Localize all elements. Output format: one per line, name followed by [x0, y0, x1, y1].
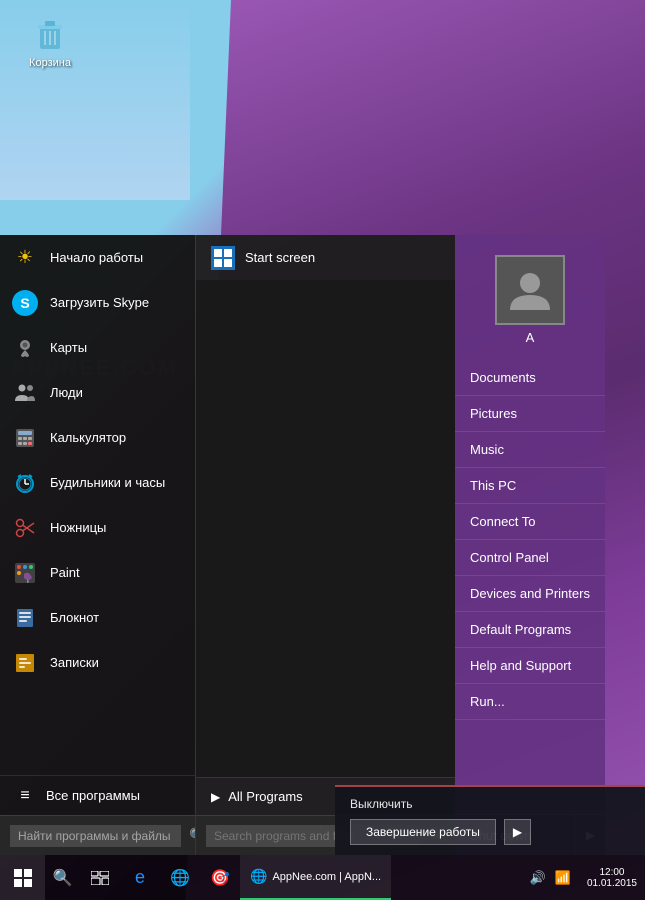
all-programs-item[interactable]: ≡ Все программы	[0, 775, 195, 815]
task-view-icon	[91, 871, 109, 885]
app-startup[interactable]: ☀ Начало работы	[0, 235, 195, 280]
notepad-label: Блокнот	[50, 610, 99, 625]
start-apps-list: ☀ Начало работы S Загрузить Skype Карты	[0, 235, 195, 775]
scissors-label: Ножницы	[50, 520, 106, 535]
taskbar-task-view[interactable]	[80, 855, 120, 900]
start-search-input[interactable]	[10, 825, 181, 847]
maps-label: Карты	[50, 340, 87, 355]
start-screen-item[interactable]: Start screen	[196, 235, 455, 280]
link-music[interactable]: Music	[455, 432, 605, 468]
taskbar-apps-area: 🌐 AppNee.com | AppN...	[240, 855, 527, 900]
calculator-icon	[12, 425, 38, 451]
taskbar-browser2-button[interactable]: 🌐	[160, 855, 200, 900]
start-screen-label: Start screen	[245, 250, 315, 265]
stickynotes-icon	[12, 650, 38, 676]
recycle-bin-label: Корзина	[29, 57, 71, 69]
appnee-label: AppNee.com | AppN...	[272, 871, 381, 883]
calculator-label: Калькулятор	[50, 430, 126, 445]
start-menu-left: ☀ Начало работы S Загрузить Skype Карты	[0, 235, 195, 855]
app-stickynotes[interactable]: Записки	[0, 640, 195, 685]
skype-icon: S	[12, 290, 38, 316]
alarms-icon	[12, 470, 38, 496]
taskbar-tray: 🔊 📶	[527, 870, 579, 886]
tray-volume-icon[interactable]: 🔊	[527, 870, 549, 886]
app-skype[interactable]: S Загрузить Skype	[0, 280, 195, 325]
app-calculator[interactable]: Калькулятор	[0, 415, 195, 460]
windows-logo-icon	[13, 868, 33, 888]
alarms-label: Будильники и часы	[50, 475, 165, 490]
taskbar-icon-3[interactable]: 🎯	[200, 855, 240, 900]
maps-icon	[12, 335, 38, 361]
user-avatar[interactable]	[495, 255, 565, 325]
clock-date: 01.01.2015	[587, 878, 637, 889]
startup-label: Начало работы	[50, 250, 143, 265]
link-controlpanel[interactable]: Control Panel	[455, 540, 605, 576]
taskbar-ie-button[interactable]: e	[120, 855, 160, 900]
taskbar-appnee-item[interactable]: 🌐 AppNee.com | AppN...	[240, 855, 391, 900]
notification-text: Выключить	[350, 797, 630, 811]
taskbar-start-button[interactable]	[0, 855, 45, 900]
people-icon	[12, 380, 38, 406]
link-pictures[interactable]: Pictures	[455, 396, 605, 432]
startup-icon: ☀	[12, 245, 38, 271]
paint-icon	[12, 560, 38, 586]
app-scissors[interactable]: Ножницы	[0, 505, 195, 550]
people-label: Люди	[50, 385, 83, 400]
link-helpandsupport[interactable]: Help and Support	[455, 648, 605, 684]
app-paint[interactable]: Paint	[0, 550, 195, 595]
taskbar: 🔍 e 🌐 🎯 🌐 AppNee.com | AppN... 🔊 📶 12:00…	[0, 855, 645, 900]
app-people[interactable]: Люди	[0, 370, 195, 415]
start-menu: ☀ Начало работы S Загрузить Skype Карты	[0, 235, 605, 855]
app-maps[interactable]: Карты	[0, 325, 195, 370]
user-avatar-image	[505, 265, 555, 315]
taskbar-search-button[interactable]: 🔍	[45, 855, 80, 900]
start-search-bar: 🔍	[0, 815, 195, 855]
user-name: A	[455, 330, 605, 345]
notification-action-button[interactable]: Завершение работы	[350, 819, 496, 845]
app-alarms[interactable]: Будильники и часы	[0, 460, 195, 505]
tray-network-icon[interactable]: 📶	[552, 870, 574, 886]
all-programs-label: Все программы	[46, 788, 140, 803]
notepad-icon	[12, 605, 38, 631]
notification-actions: Завершение работы ▶	[350, 819, 630, 845]
taskbar-clock[interactable]: 12:00 01.01.2015	[579, 867, 645, 889]
stickynotes-label: Записки	[50, 655, 99, 670]
start-screen-icon	[211, 246, 235, 270]
link-run[interactable]: Run...	[455, 684, 605, 720]
start-menu-middle: Start screen ▶ All Programs 🔍	[195, 235, 455, 855]
start-menu-right: A Documents Pictures Music This PC Conne…	[455, 235, 605, 855]
link-thispc[interactable]: This PC	[455, 468, 605, 504]
all-programs-arrow-icon: ▶	[211, 790, 220, 804]
scissors-icon	[12, 515, 38, 541]
recycle-bin-icon[interactable]: Корзина	[15, 15, 85, 69]
skype-label: Загрузить Skype	[50, 295, 149, 310]
all-programs-icon: ≡	[12, 783, 38, 809]
clock-time: 12:00	[599, 867, 624, 878]
paint-label: Paint	[50, 565, 80, 580]
notification-action-arrow[interactable]: ▶	[504, 819, 531, 845]
link-connectto[interactable]: Connect To	[455, 504, 605, 540]
link-devicesandprinters[interactable]: Devices and Printers	[455, 576, 605, 612]
appnee-icon: 🌐	[250, 868, 267, 885]
app-notepad[interactable]: Блокнот	[0, 595, 195, 640]
notification-popup: Выключить Завершение работы ▶	[335, 785, 645, 855]
recycle-bin-image	[30, 15, 70, 55]
link-defaultprograms[interactable]: Default Programs	[455, 612, 605, 648]
start-tiles-area	[196, 280, 455, 777]
all-programs-row-label: All Programs	[228, 789, 302, 804]
link-documents[interactable]: Documents	[455, 360, 605, 396]
